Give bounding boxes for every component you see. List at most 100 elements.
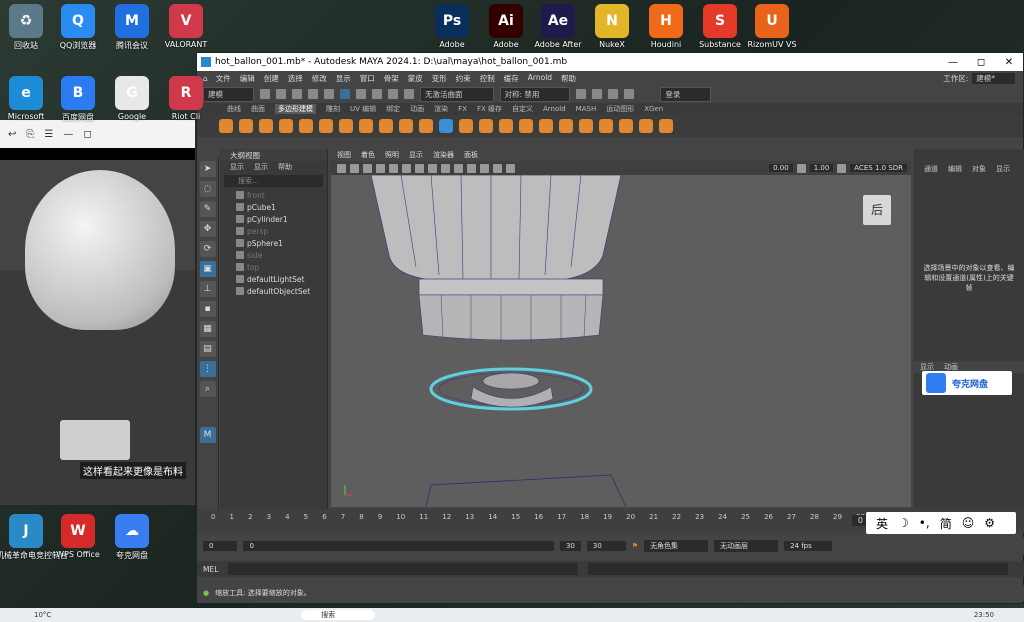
cylinder-icon[interactable] — [259, 119, 273, 133]
ime-button[interactable]: 英 — [876, 515, 888, 532]
svg-icon[interactable] — [419, 119, 433, 133]
boolean-icon[interactable] — [519, 119, 533, 133]
desktop-icon[interactable]: Ps Adobe — [422, 4, 482, 49]
open-scene-icon[interactable] — [276, 89, 286, 99]
maximize-button[interactable]: ◻ — [967, 57, 995, 68]
magnet-icon[interactable] — [404, 89, 414, 99]
channel-box-tab[interactable]: 显示 — [996, 164, 1010, 174]
target-weld-icon[interactable] — [659, 119, 673, 133]
end-frame-field[interactable]: 30 — [586, 541, 626, 551]
menu-item[interactable]: 变形 — [432, 73, 447, 84]
camera-icon[interactable] — [337, 163, 346, 173]
menu-item[interactable]: 约束 — [456, 73, 471, 84]
cloud-drive-popup[interactable]: 夸克网盘 — [922, 371, 1012, 395]
bridge-icon[interactable] — [599, 119, 613, 133]
range-inner-end[interactable]: 30 — [559, 541, 581, 551]
shelf-tab[interactable]: 运动图形 — [606, 104, 634, 114]
separate-icon[interactable] — [479, 119, 493, 133]
fill-hole-icon[interactable] — [619, 119, 633, 133]
viewport-menu-item[interactable]: 着色 — [361, 150, 375, 160]
move-tool-icon[interactable]: ✥ — [199, 221, 216, 237]
grid-icon[interactable] — [389, 163, 398, 173]
gamma-icon[interactable] — [796, 163, 806, 173]
xray-icon[interactable] — [493, 163, 502, 173]
layout-icon[interactable]: ▤ — [199, 341, 216, 357]
desktop-icon[interactable]: Ae Adobe After — [528, 4, 588, 49]
fps-select[interactable]: 24 fps — [784, 541, 832, 551]
single-view-icon[interactable]: ▪ — [199, 301, 216, 317]
login-button[interactable]: 登录 — [660, 86, 712, 102]
back-icon[interactable]: ↩ — [8, 129, 16, 140]
film-gate-icon[interactable] — [402, 163, 411, 173]
render-settings-icon[interactable] — [608, 89, 619, 99]
menu-item[interactable]: 编辑 — [240, 73, 255, 84]
snap-curve-icon[interactable] — [372, 89, 382, 99]
lasso-tool-icon[interactable]: ◌ — [199, 181, 216, 197]
viewport-menu-item[interactable]: 渲染器 — [433, 150, 454, 160]
desktop-icon[interactable]: H Houdini — [636, 4, 696, 49]
plane-icon[interactable] — [299, 119, 313, 133]
ipr-icon[interactable] — [592, 89, 603, 99]
save-scene-icon[interactable] — [292, 89, 302, 99]
desktop-icon[interactable]: B 百度网盘 — [48, 76, 108, 123]
search-icon[interactable]: ⌕ — [199, 381, 216, 397]
uv-icon[interactable] — [439, 119, 453, 133]
menu-item[interactable]: 帮助 — [561, 73, 576, 84]
live-surface-field[interactable]: 无激活曲面 — [420, 86, 494, 102]
shelf-tab[interactable]: XGen — [644, 105, 663, 113]
color-management-icon[interactable] — [837, 163, 847, 173]
wireframe-icon[interactable] — [428, 163, 437, 173]
channel-box-tab[interactable]: 对象 — [972, 164, 986, 174]
bookmark-icon[interactable] — [363, 163, 372, 173]
undo-icon[interactable] — [308, 89, 318, 99]
channel-box-tab[interactable]: 编辑 — [948, 164, 962, 174]
hypershade-icon[interactable] — [624, 89, 635, 99]
anim-layer-field[interactable]: 无动画层 — [714, 540, 779, 552]
text-icon[interactable] — [399, 119, 413, 133]
ime-button[interactable]: •, — [919, 516, 930, 530]
resolution-gate-icon[interactable] — [415, 163, 424, 173]
outliner-menu-item[interactable]: 显示 — [230, 162, 244, 172]
outliner-item[interactable]: front — [220, 189, 327, 201]
sphere-icon[interactable] — [219, 119, 233, 133]
cone-icon[interactable] — [279, 119, 293, 133]
menu-item[interactable]: Arnold — [528, 73, 552, 84]
outliner-item[interactable]: top — [220, 261, 327, 273]
ime-button[interactable]: 简 — [940, 515, 952, 532]
shelf-tab[interactable]: 动画 — [410, 104, 424, 114]
snap-grid-icon[interactable] — [356, 89, 366, 99]
outliner-item[interactable]: pCube1 — [220, 201, 327, 213]
outliner-item[interactable]: pSphere1 — [220, 237, 327, 249]
menu-item[interactable]: 窗口 — [360, 73, 375, 84]
menu-item[interactable]: 控制 — [480, 73, 495, 84]
menu-item[interactable]: 缓存 — [504, 73, 519, 84]
axis-icon[interactable]: ⊥ — [199, 281, 216, 297]
desktop-icon[interactable]: R Riot Cli — [156, 76, 216, 121]
maya-m-icon[interactable]: M — [199, 427, 216, 443]
menu-icon[interactable]: ☰ — [44, 129, 53, 140]
shelf-tab[interactable]: 绑定 — [386, 104, 400, 114]
shelf-tab[interactable]: 曲面 — [251, 104, 265, 114]
mel-label[interactable]: MEL — [203, 565, 218, 574]
isolate-icon[interactable] — [506, 163, 515, 173]
desktop-icon[interactable]: V VALORANT — [156, 4, 216, 49]
shelf-tab[interactable]: MASH — [576, 105, 597, 113]
torus-icon[interactable] — [319, 119, 333, 133]
image-plane-icon[interactable] — [376, 163, 385, 173]
taskbar-search[interactable]: 搜索 — [301, 610, 376, 620]
desktop-icon[interactable]: U RizomUV VS — [742, 4, 802, 49]
desktop-icon[interactable]: S Substance — [690, 4, 750, 49]
shelf-tab[interactable]: 多边形建模 — [275, 104, 316, 114]
key-icon[interactable]: ⚑ — [632, 542, 638, 550]
desktop-icon[interactable]: M 腾讯会议 — [102, 4, 162, 51]
desktop-icon[interactable]: Q QQ浏览器 — [48, 4, 108, 51]
range-inner-start[interactable]: 0 — [243, 541, 554, 551]
sweep-icon[interactable] — [379, 119, 393, 133]
color-space-field[interactable]: ACES 1.0 SDR — [850, 164, 907, 172]
select-tool-icon[interactable]: ➤ — [199, 161, 216, 177]
multi-cut-icon[interactable] — [639, 119, 653, 133]
desktop-icon[interactable]: ☁ 夸克网盘 — [102, 514, 162, 561]
gamma-field[interactable]: 1.00 — [809, 164, 834, 172]
viewport-menu-item[interactable]: 面板 — [464, 150, 478, 160]
four-view-icon[interactable]: ▦ — [199, 321, 216, 337]
